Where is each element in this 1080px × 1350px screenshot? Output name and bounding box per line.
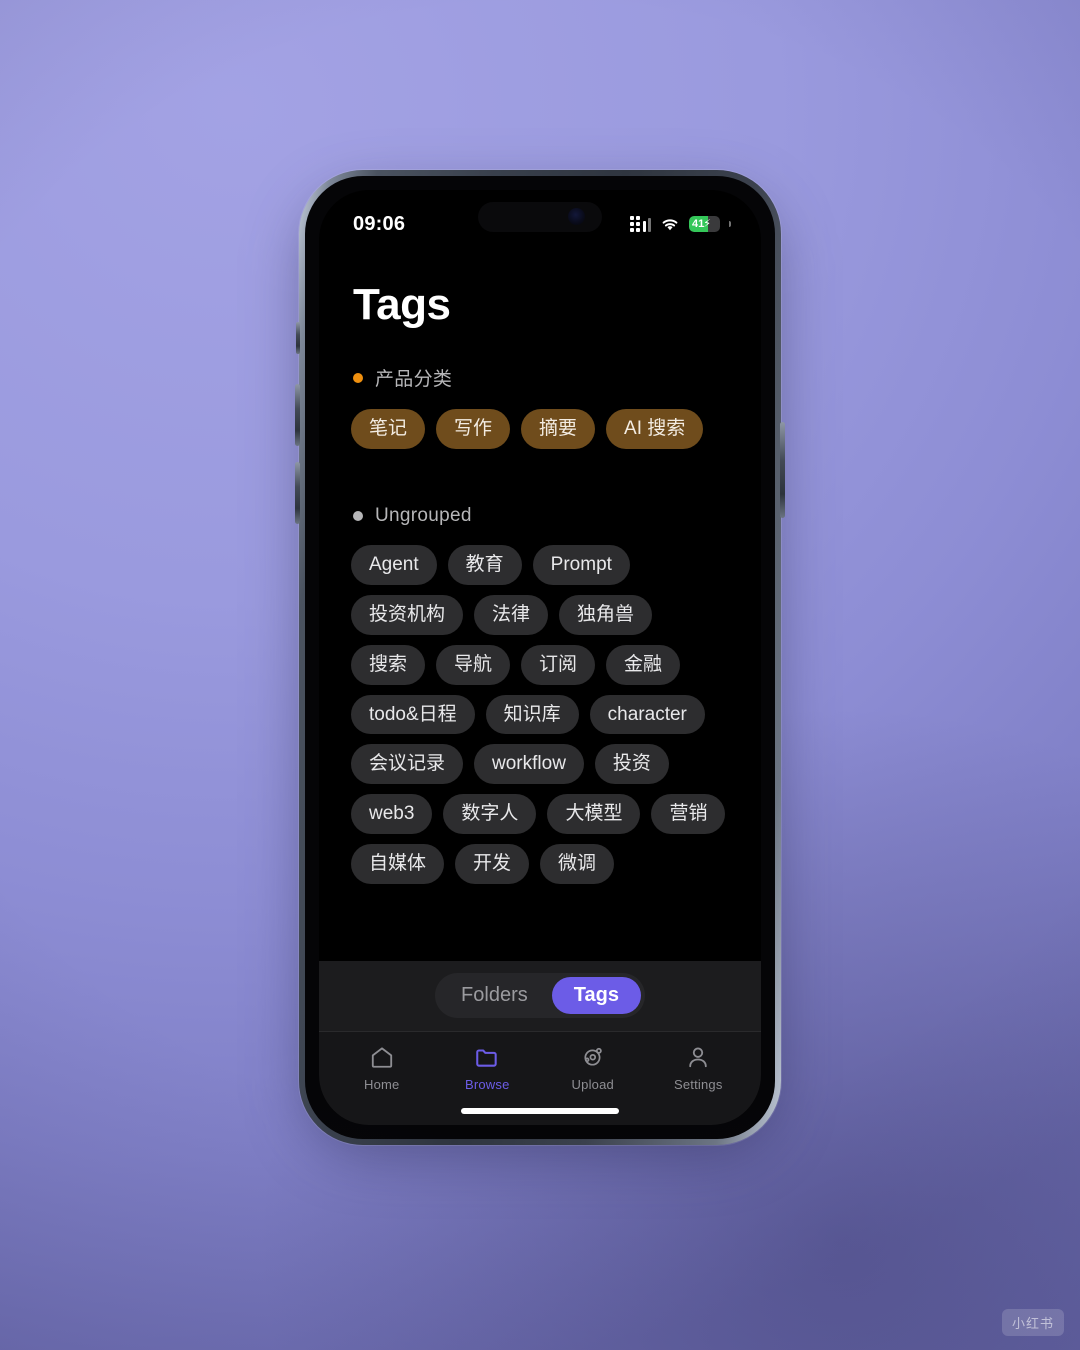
tag-chip[interactable]: 投资	[594, 744, 669, 785]
phone-bezel: 09:06 41 ⚡ Tags 产品分类 笔记 写作 摘要 AI 搜索 Ungr…	[305, 176, 775, 1139]
phone-mockup: 09:06 41 ⚡ Tags 产品分类 笔记 写作 摘要 AI 搜索 Ungr…	[295, 170, 785, 1151]
tab-label-settings: Settings	[673, 1077, 723, 1092]
tag-chip[interactable]: 会议记录	[351, 744, 464, 785]
tag-chip[interactable]: 订阅	[521, 644, 596, 685]
tag-chip[interactable]: AI 搜索	[606, 409, 704, 450]
volume-up-button[interactable]	[295, 384, 300, 446]
cellular-signal-icon	[630, 216, 651, 232]
tag-chip[interactable]: web3	[351, 794, 433, 835]
phone-frame: 09:06 41 ⚡ Tags 产品分类 笔记 写作 摘要 AI 搜索 Ungr…	[295, 170, 785, 1145]
battery-icon: 41 ⚡	[689, 216, 720, 232]
tag-chip[interactable]: 数字人	[443, 794, 537, 835]
tag-chip[interactable]: 大模型	[547, 794, 641, 835]
tag-list-product: 笔记 写作 摘要 AI 搜索	[345, 409, 735, 450]
segment-folders[interactable]: Folders	[439, 977, 550, 1014]
watermark: 小红书	[1001, 1309, 1064, 1336]
battery-charging-icon: ⚡	[703, 218, 711, 230]
tag-chip[interactable]: 搜索	[351, 644, 426, 685]
tag-chip[interactable]: workflow	[474, 744, 584, 785]
home-indicator-area	[319, 1098, 761, 1125]
tab-label-upload: Upload	[571, 1077, 614, 1092]
tab-browse[interactable]: Browse	[435, 1044, 541, 1092]
tag-chip[interactable]: 营销	[651, 794, 726, 835]
segment-tags[interactable]: Tags	[551, 977, 641, 1014]
tag-chip[interactable]: Agent	[351, 545, 437, 585]
group-header[interactable]: Ungrouped	[345, 505, 735, 527]
group-dot-icon	[353, 511, 363, 522]
tag-chip[interactable]: 金融	[606, 644, 681, 685]
orbit-upload-icon	[584, 1047, 602, 1066]
page-title: Tags	[353, 280, 451, 329]
home-icon	[371, 1047, 392, 1068]
status-icons: 41 ⚡	[630, 216, 731, 232]
tab-label-home: Home	[364, 1077, 400, 1092]
group-label: 产品分类	[375, 369, 453, 391]
tags-page: Tags 产品分类 笔记 写作 摘要 AI 搜索 Ungrouped Agent…	[319, 244, 761, 961]
tag-chip[interactable]: 写作	[436, 409, 511, 450]
tag-chip[interactable]: 投资机构	[351, 594, 464, 635]
tab-upload[interactable]: Upload	[540, 1044, 646, 1092]
volume-down-button[interactable]	[295, 462, 300, 524]
phone-screen: 09:06 41 ⚡ Tags 产品分类 笔记 写作 摘要 AI 搜索 Ungr…	[319, 190, 761, 1125]
tag-chip[interactable]: todo&日程	[351, 694, 475, 735]
tag-chip[interactable]: 知识库	[485, 694, 579, 735]
status-time: 09:06	[353, 212, 406, 235]
tag-chip[interactable]: 微调	[540, 844, 615, 884]
group-dot-icon	[353, 372, 363, 383]
group-label: Ungrouped	[375, 505, 472, 527]
silent-switch[interactable]	[296, 322, 300, 354]
tab-settings[interactable]: Settings	[646, 1044, 752, 1092]
tag-group-product: 产品分类 笔记 写作 摘要 AI 搜索	[319, 364, 761, 450]
power-button[interactable]	[780, 422, 785, 518]
view-switcher-bar: Folders Tags	[319, 961, 761, 1032]
home-indicator[interactable]	[461, 1108, 619, 1114]
tag-list-ungrouped: Agent 教育 Prompt 投资机构 法律 独角兽搜索 导航 订阅 金融 todo&日程 知识库…	[345, 545, 735, 884]
tag-chip[interactable]: 摘要	[521, 409, 596, 450]
tab-label-browse: Browse	[464, 1077, 510, 1092]
segmented-control: Folders Tags	[435, 973, 645, 1018]
wifi-icon	[662, 219, 678, 231]
tab-home[interactable]: Home	[329, 1044, 435, 1092]
tag-chip[interactable]: Prompt	[532, 545, 630, 585]
bottom-tab-bar: Home Browse Upload Settings	[319, 1032, 761, 1098]
folder-icon	[476, 1049, 497, 1067]
group-header[interactable]: 产品分类	[345, 364, 735, 391]
tag-chip[interactable]: character	[589, 694, 705, 735]
front-camera-icon	[568, 208, 585, 225]
battery-cap	[729, 221, 731, 227]
tag-chip[interactable]: 法律	[474, 594, 549, 635]
battery-level: 41	[692, 218, 705, 230]
tag-chip[interactable]: 独角兽	[559, 594, 653, 635]
person-icon	[689, 1047, 707, 1068]
tag-chip[interactable]: 开发	[455, 844, 530, 884]
tag-chip[interactable]: 导航	[436, 644, 511, 685]
tag-chip[interactable]: 笔记	[351, 409, 426, 450]
tag-group-ungrouped: Ungrouped Agent 教育 Prompt 投资机构 法律 独角兽搜索 导航 订阅 金融…	[319, 505, 761, 884]
status-bar: 09:06 41 ⚡	[319, 190, 761, 244]
tag-chip[interactable]: 自媒体	[351, 844, 445, 884]
tag-chip[interactable]: 教育	[447, 545, 522, 585]
